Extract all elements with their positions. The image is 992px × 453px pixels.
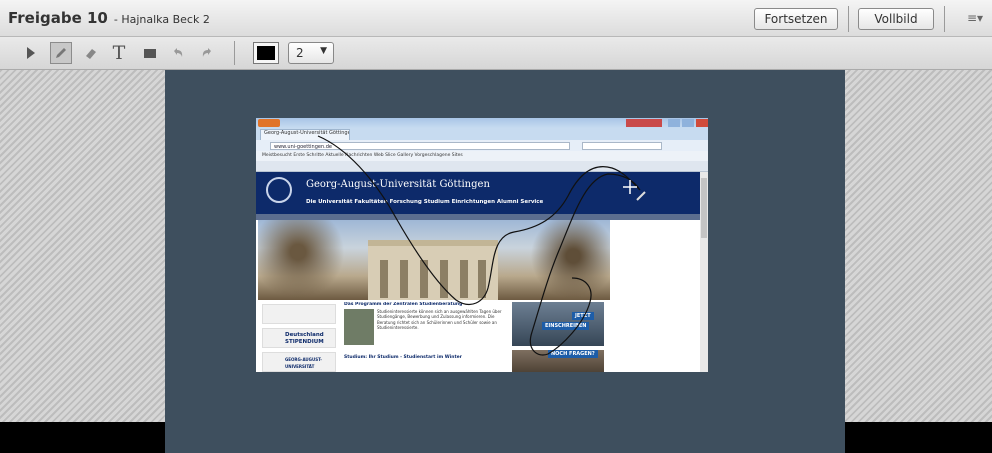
share-owner: - Hajnalka Beck 2 bbox=[113, 13, 210, 26]
line-size-select[interactable]: 2 ▼ bbox=[288, 42, 334, 64]
arrow-icon bbox=[27, 47, 35, 59]
chevron-down-icon: ▼ bbox=[320, 46, 327, 56]
color-picker[interactable] bbox=[253, 42, 279, 64]
menu-icon[interactable]: ≡▾ bbox=[967, 11, 983, 25]
redo-icon bbox=[202, 48, 211, 57]
rectangle-icon bbox=[144, 49, 156, 58]
pencil-icon bbox=[56, 48, 66, 58]
separator bbox=[848, 6, 849, 32]
title-bar: Freigabe 10- Hajnalka Beck 2 Fortsetzen … bbox=[0, 0, 992, 37]
share-title: Freigabe 10 - Hajnalka Beck 2 bbox=[8, 9, 210, 27]
eraser-icon bbox=[86, 49, 96, 59]
pencil-tool[interactable] bbox=[50, 42, 72, 64]
rectangle-tool[interactable] bbox=[139, 42, 161, 64]
redo-tool[interactable] bbox=[196, 42, 218, 64]
share-name: Freigabe 10 bbox=[8, 9, 108, 27]
separator bbox=[234, 41, 235, 65]
separator bbox=[944, 6, 945, 32]
pen-annotation bbox=[317, 135, 641, 356]
undo-icon bbox=[174, 48, 183, 57]
text-tool[interactable]: T bbox=[108, 42, 130, 64]
drawing-toolbar: T 2 ▼ bbox=[0, 37, 992, 70]
fullscreen-button[interactable]: Vollbild bbox=[858, 8, 934, 30]
crosshair-pencil-cursor bbox=[623, 180, 646, 201]
arrow-tool[interactable] bbox=[20, 42, 42, 64]
undo-tool[interactable] bbox=[167, 42, 189, 64]
current-color bbox=[257, 46, 275, 60]
line-size-value: 2 bbox=[296, 46, 304, 60]
eraser-tool[interactable] bbox=[80, 42, 102, 64]
shared-screenshot: Georg-August-Universität Göttingen www.u… bbox=[256, 118, 708, 372]
continue-button[interactable]: Fortsetzen bbox=[754, 8, 838, 30]
